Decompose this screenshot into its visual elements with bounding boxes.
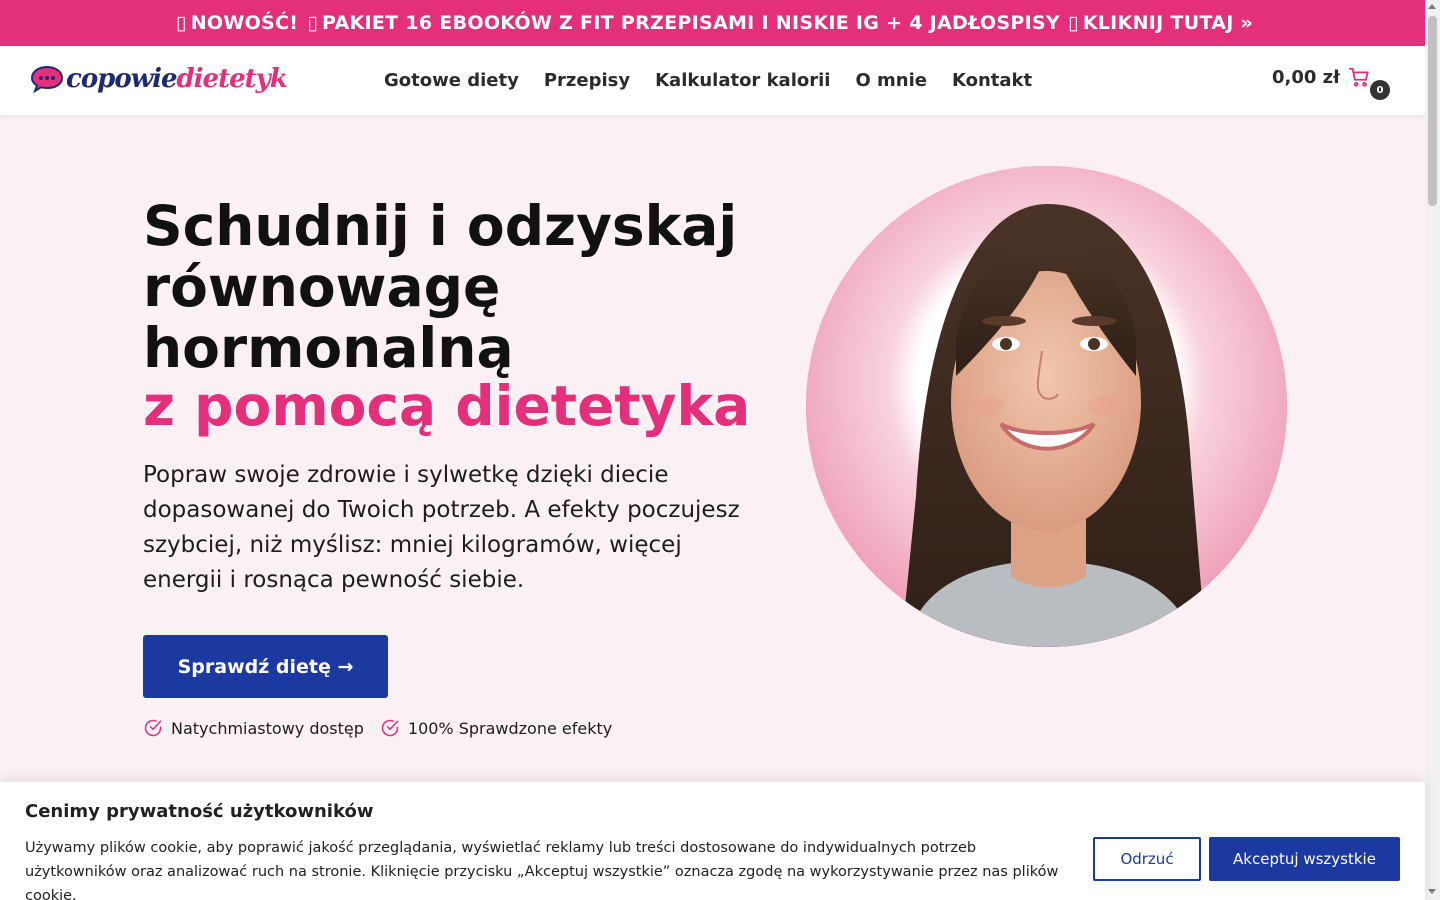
cart-icon: [1348, 66, 1370, 88]
promo-new-label: NOWOŚĆ!: [190, 12, 299, 34]
nav-item-o-mnie[interactable]: O mnie: [855, 70, 927, 91]
hero-title-accent: z pomocą dietetyka: [143, 374, 751, 438]
dietitian-portrait: [806, 166, 1287, 647]
site-header: copowiedietetyk Gotowe diety Przepisy Ka…: [0, 46, 1425, 115]
hero-features: Natychmiastowy dostęp 100% Sprawdzone ef…: [143, 718, 612, 738]
nav-item-kalkulator-kalorii[interactable]: Kalkulator kalorii: [655, 70, 830, 91]
nav-item-gotowe-diety[interactable]: Gotowe diety: [384, 70, 519, 91]
feature-item: 100% Sprawdzone efekty: [380, 718, 612, 738]
cookie-consent-banner: Cenimy prywatność użytkowników Używamy p…: [0, 782, 1425, 900]
promo-glyph-1: ▯: [175, 12, 187, 34]
check-diet-button[interactable]: Sprawdź dietę →: [143, 635, 388, 698]
scroll-down-icon[interactable]: [1428, 889, 1436, 894]
feature-label: 100% Sprawdzone efekty: [407, 718, 613, 738]
feature-item: Natychmiastowy dostęp: [143, 718, 364, 738]
cookie-title: Cenimy prywatność użytkowników: [25, 801, 374, 822]
nav-item-kontakt[interactable]: Kontakt: [952, 70, 1032, 91]
accept-all-cookies-button[interactable]: Akceptuj wszystkie: [1209, 837, 1400, 881]
check-circle-icon: [381, 719, 399, 737]
reject-cookies-button[interactable]: Odrzuć: [1093, 837, 1201, 881]
promo-glyph-2: ▯: [307, 12, 319, 34]
main-nav: Gotowe diety Przepisy Kalkulator kalorii…: [384, 46, 1032, 115]
cart-count-badge: 0: [1370, 80, 1390, 100]
hero-title: Schudnij i odzyskaj równowagę hormonalną…: [143, 196, 763, 437]
hero-title-main: Schudnij i odzyskaj równowagę hormonalną: [143, 194, 738, 380]
scroll-up-icon[interactable]: [1428, 4, 1436, 9]
scrollbar-thumb[interactable]: [1428, 16, 1437, 206]
speech-bubble-icon: [30, 65, 64, 94]
nav-item-przepisy[interactable]: Przepisy: [544, 70, 630, 91]
promo-glyph-3: ▯: [1067, 12, 1079, 34]
logo-wordmark: copowiedietetyk: [66, 64, 288, 94]
page-scrollbar[interactable]: [1425, 0, 1440, 900]
cart-link[interactable]: 0,00 zł 0: [1272, 66, 1390, 100]
promo-banner[interactable]: ▯ NOWOŚĆ! ▯ PAKIET 16 EBOOKÓW Z FIT PRZE…: [0, 0, 1425, 46]
promo-offer-text: PAKIET 16 EBOOKÓW Z FIT PRZEPISAMI I NIS…: [322, 12, 1060, 34]
site-logo[interactable]: copowiedietetyk: [30, 64, 288, 94]
hero-description: Popraw swoje zdrowie i sylwetkę dzięki d…: [143, 462, 740, 593]
feature-label: Natychmiastowy dostęp: [171, 718, 364, 738]
cookie-text: Używamy plików cookie, aby poprawić jako…: [25, 840, 1059, 900]
check-circle-icon: [144, 719, 162, 737]
promo-cta-link[interactable]: KLIKNIJ TUTAJ »: [1083, 12, 1253, 34]
cart-total: 0,00 zł: [1272, 66, 1340, 88]
